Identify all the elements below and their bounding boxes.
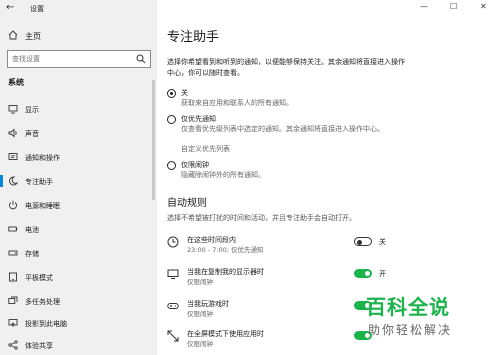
sidebar-item-label: 专注助手 — [25, 178, 53, 186]
sidebar-item-label: 存储 — [25, 250, 39, 258]
multitask-icon — [8, 296, 18, 304]
rules-title: 自动规则 — [167, 198, 207, 209]
rule-duplicating-display[interactable]: 当我在复制我的显示器时 仅限闹钟 开 — [167, 266, 397, 294]
sidebar-item-power[interactable]: 电源和睡眠 — [0, 194, 157, 216]
notification-icon — [8, 153, 18, 160]
search-icon[interactable] — [136, 54, 146, 64]
project-icon — [8, 319, 18, 327]
back-arrow-icon[interactable]: ← — [6, 2, 14, 13]
search-input[interactable] — [8, 51, 134, 67]
sidebar-item-label: 电源和睡眠 — [25, 202, 60, 210]
rule-fullscreen-app[interactable]: 在全屏模式下使用应用时 仅限闹钟 — [167, 328, 397, 355]
sidebar-item-label: 通知和操作 — [25, 154, 60, 162]
radio-button[interactable] — [167, 161, 176, 170]
title-bar: ← 设置 — [0, 0, 157, 18]
option-label: 仅优先通知 — [181, 115, 216, 123]
watermark: 百科全说 助你轻松解决 — [366, 291, 494, 345]
sidebar-item-label: 投影到此电脑 — [25, 320, 67, 328]
close-button[interactable]: ✕ — [480, 2, 487, 11]
home-icon — [8, 30, 18, 40]
gamepad-icon — [167, 303, 179, 309]
sidebar-item-focus-assist[interactable]: 专注助手 — [0, 170, 157, 192]
storage-icon — [8, 250, 18, 256]
option-description: 仅查看优先级列表中选定的通知。其余通知将直接进入操作中心。 — [181, 125, 384, 133]
page-title: 专注助手 — [167, 30, 220, 45]
sidebar-item-display[interactable]: 显示 — [0, 98, 157, 120]
sidebar: ← 设置 主页 系统 显示 声音 通知 — [0, 0, 157, 355]
option-label: 关 — [181, 89, 188, 97]
window-title: 设置 — [30, 5, 44, 13]
sidebar-item-label: 主页 — [25, 32, 41, 41]
minimize-button[interactable]: — — [420, 2, 428, 11]
battery-icon — [8, 226, 18, 232]
option-description: 获取来自应用和联系人的所有通知。 — [181, 99, 293, 107]
sidebar-item-shared-experiences[interactable]: 体验共享 — [0, 334, 157, 355]
watermark-slogan: 助你轻松解决 — [368, 323, 453, 337]
active-indicator — [0, 175, 3, 187]
maximize-button[interactable]: ☐ — [450, 2, 457, 11]
customize-priority-link[interactable]: 自定义优先列表 — [181, 144, 391, 154]
watermark-brand: 百科全说 — [366, 295, 450, 319]
power-icon — [9, 200, 17, 210]
rule-subtitle: 仅限闹钟 — [187, 310, 213, 318]
monitor-icon — [167, 269, 179, 279]
option-description: 隐藏除闹钟外的所有通知。 — [181, 171, 265, 179]
sidebar-item-sound[interactable]: 声音 — [0, 122, 157, 144]
rule-subtitle: 仅限闹钟 — [187, 278, 213, 286]
sidebar-item-home[interactable]: 主页 — [0, 28, 157, 44]
rules-description: 选择不希望被打扰的时间和活动，并且专注助手会自动打开。 — [167, 214, 356, 222]
clock-icon — [167, 236, 179, 248]
rule-playing-game[interactable]: 当我玩游戏时 仅限闹钟 — [167, 298, 397, 326]
rule-subtitle: 23:00 - 7:00; 仅优先通知 — [187, 246, 264, 254]
sidebar-item-label: 多任务处理 — [25, 298, 60, 306]
radio-button[interactable] — [167, 115, 176, 124]
option-label: 仅限闹钟 — [181, 161, 209, 169]
moon-icon — [9, 176, 18, 186]
sidebar-item-battery[interactable]: 电池 — [0, 218, 157, 240]
sidebar-item-label: 电池 — [25, 226, 39, 234]
sidebar-item-projecting[interactable]: 投影到此电脑 — [0, 312, 157, 334]
sidebar-item-multitasking[interactable]: 多任务处理 — [0, 290, 157, 312]
rule-subtitle: 仅限闹钟 — [187, 340, 213, 348]
sidebar-item-label: 显示 — [25, 106, 39, 114]
fullscreen-icon — [167, 330, 179, 342]
rule-time-range[interactable]: 在这些时间段内 23:00 - 7:00; 仅优先通知 关 — [167, 234, 397, 262]
display-icon — [8, 105, 18, 114]
window-controls: — ☐ ✕ — [410, 0, 500, 16]
search-box[interactable] — [7, 50, 151, 68]
share-icon — [8, 340, 18, 350]
page-description: 选择你希望看到和听到的通知，以便能够保持关注。其余通知将直接进入操作中心，你可以… — [167, 58, 405, 77]
section-header: 系统 — [8, 78, 24, 87]
sidebar-scrollbar[interactable] — [152, 80, 155, 200]
sidebar-item-notifications[interactable]: 通知和操作 — [0, 146, 157, 168]
toggle-switch[interactable] — [354, 269, 372, 278]
toggle-state-label: 关 — [379, 238, 386, 246]
speaker-icon — [8, 128, 17, 138]
sidebar-item-tablet[interactable]: 平板模式 — [0, 266, 157, 288]
sidebar-item-label: 平板模式 — [25, 274, 53, 282]
tablet-icon — [9, 272, 17, 282]
sidebar-item-storage[interactable]: 存储 — [0, 242, 157, 264]
toggle-state-label: 开 — [379, 270, 386, 278]
toggle-switch[interactable] — [354, 237, 372, 246]
sidebar-item-label: 体验共享 — [25, 342, 53, 350]
sidebar-item-label: 声音 — [25, 130, 39, 138]
radio-button[interactable] — [167, 89, 176, 98]
